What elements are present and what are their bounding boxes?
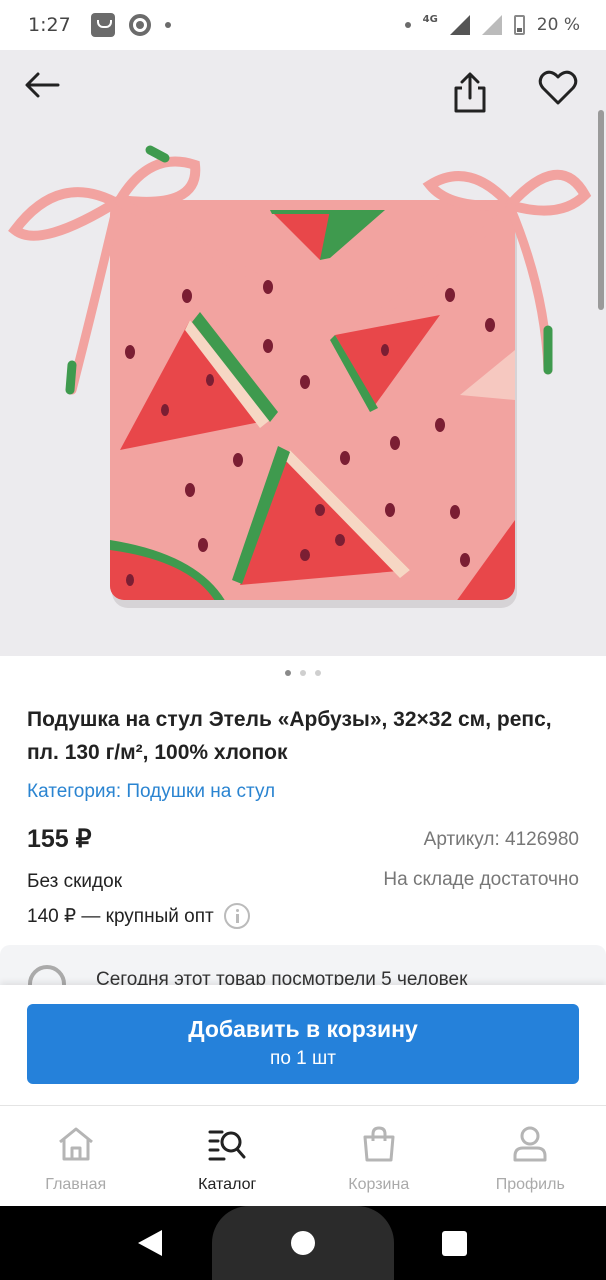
system-back-icon[interactable] [138,1230,162,1256]
product-title: Подушка на стул Этель «Арбузы», 32×32 см… [27,708,552,764]
network-type: 4G [422,13,438,25]
stock-status: На складе достаточно [383,869,579,890]
share-button[interactable] [452,72,502,122]
share-icon [454,72,486,113]
bottom-nav: Главная Каталог Корзина Профиль [0,1105,606,1206]
pager-dot[interactable] [300,670,306,676]
nav-label: Каталог [198,1176,257,1193]
product-article: Артикул: 4126980 [423,829,579,850]
home-icon [56,1124,96,1164]
add-to-cart-bar: Добавить в корзину по 1 шт [0,985,606,1105]
favorite-button[interactable] [538,70,588,120]
notification-app-icon [90,13,115,37]
system-recents-icon[interactable] [442,1231,467,1256]
system-home-icon[interactable] [291,1231,315,1255]
product-price: 155 ₽ [27,825,92,853]
nav-item-home[interactable]: Главная [0,1106,152,1206]
pager-dot[interactable] [285,670,291,676]
heart-icon [538,70,578,105]
back-button[interactable] [22,70,72,120]
profile-icon [510,1124,550,1164]
catalog-search-icon [207,1124,247,1164]
info-icon[interactable] [223,903,250,929]
scrollbar[interactable] [598,110,604,310]
battery-icon [513,15,525,35]
category-link[interactable]: Категория: Подушки на стул [27,781,275,803]
nav-label: Профиль [495,1176,565,1193]
status-dot-icon [404,22,411,28]
product-image [8,145,592,608]
status-system-icons: 4G 20 % [404,13,580,35]
system-nav-bar [0,1206,606,1280]
viewed-banner: Сегодня этот товар посмотрели 5 человек [0,945,606,985]
wholesale-price-row: 140 ₽ — крупный опт [27,903,250,929]
add-to-cart-label: Добавить в корзину [188,1016,418,1042]
more-notifications-dot-icon [164,22,171,28]
status-notification-icons [90,13,171,37]
signal-empty-icon [481,15,502,35]
chrome-icon [128,14,151,36]
status-time: 1:27 [28,14,71,36]
nav-label: Главная [45,1176,107,1193]
add-to-cart-quantity: по 1 шт [270,1048,336,1069]
status-bar: 1:27 4G 20 % [0,0,606,50]
signal-icon [449,15,470,35]
viewed-text: Сегодня этот товар посмотрели 5 человек [96,969,468,985]
arrow-left-icon [25,72,60,98]
pager-dot[interactable] [315,670,321,676]
nav-label: Корзина [348,1176,410,1193]
image-pager[interactable] [0,670,606,676]
nav-item-profile[interactable]: Профиль [455,1106,606,1206]
eye-icon [28,965,66,985]
add-to-cart-button[interactable]: Добавить в корзину по 1 шт [27,1004,579,1084]
nav-item-catalog[interactable]: Каталог [152,1106,304,1206]
battery-level: 20 % [536,15,580,35]
nav-item-cart[interactable]: Корзина [303,1106,455,1206]
discount-status: Без скидок [27,871,122,892]
bag-icon [359,1124,399,1164]
wholesale-price: 140 ₽ — крупный опт [27,905,214,927]
product-image-gallery[interactable] [0,50,606,656]
